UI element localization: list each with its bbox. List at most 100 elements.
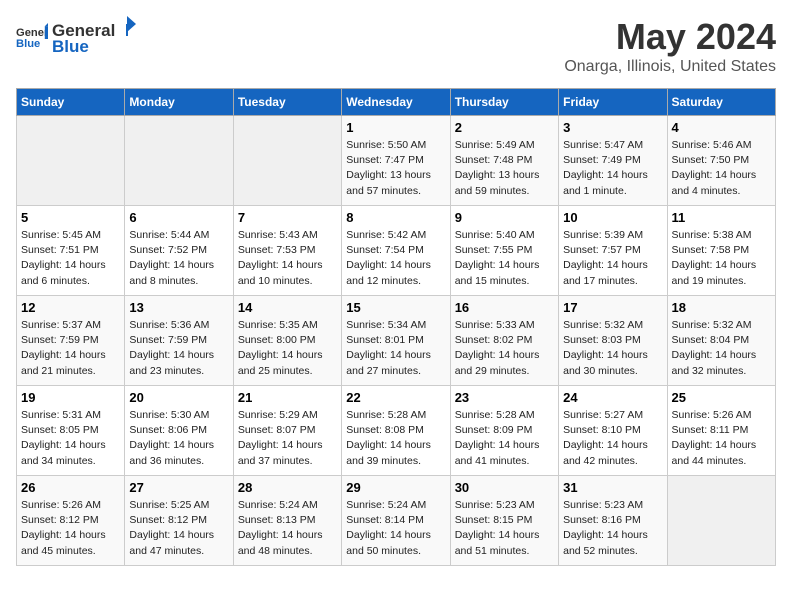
svg-text:Blue: Blue [16,38,40,50]
day-cell: 15Sunrise: 5:34 AMSunset: 8:01 PMDayligh… [342,296,450,386]
week-row-2: 5 Sunrise: 5:45 AMSunset: 7:51 PMDaylight… [17,206,776,296]
calendar-table: SundayMondayTuesdayWednesdayThursdayFrid… [16,88,776,566]
day-cell: 8 Sunrise: 5:42 AMSunset: 7:54 PMDaylight… [342,206,450,296]
day-number: 20 [129,390,228,405]
cell-info: Sunrise: 5:45 AMSunset: 7:51 PMDaylight:… [21,228,120,289]
day-cell: 29 Sunrise: 5:24 AMSunset: 8:14 PMDayligh… [342,476,450,566]
day-number: 31 [563,480,662,495]
weekday-header-tuesday: Tuesday [233,89,341,116]
cell-info: Sunrise: 5:28 AMSunset: 8:09 PMDaylight:… [455,408,554,469]
week-row-5: 26 Sunrise: 5:26 AMSunset: 8:12 PMDayligh… [17,476,776,566]
day-number: 17 [563,300,662,315]
day-cell: 4 Sunrise: 5:46 AMSunset: 7:50 PMDaylight… [667,116,775,206]
weekday-header-saturday: Saturday [667,89,775,116]
cell-info: Sunrise: 5:28 AMSunset: 8:08 PMDaylight:… [346,408,445,469]
day-number: 10 [563,210,662,225]
day-number: 28 [238,480,337,495]
day-cell: 19Sunrise: 5:31 AMSunset: 8:05 PMDayligh… [17,386,125,476]
day-cell [125,116,233,206]
day-cell: 11 Sunrise: 5:38 AMSunset: 7:58 PMDayligh… [667,206,775,296]
cell-info: Sunrise: 5:32 AMSunset: 8:04 PMDaylight:… [672,318,771,379]
weekday-header-sunday: Sunday [17,89,125,116]
day-cell: 25Sunrise: 5:26 AMSunset: 8:11 PMDayligh… [667,386,775,476]
week-row-3: 12 Sunrise: 5:37 AMSunset: 7:59 PMDayligh… [17,296,776,386]
day-number: 14 [238,300,337,315]
day-number: 26 [21,480,120,495]
day-number: 8 [346,210,445,225]
main-title: May 2024 [564,16,776,58]
day-cell: 24Sunrise: 5:27 AMSunset: 8:10 PMDayligh… [559,386,667,476]
cell-info: Sunrise: 5:37 AMSunset: 7:59 PMDaylight:… [21,318,120,379]
week-row-4: 19Sunrise: 5:31 AMSunset: 8:05 PMDayligh… [17,386,776,476]
svg-text:General: General [16,26,48,38]
day-number: 4 [672,120,771,135]
day-cell: 23 Sunrise: 5:28 AMSunset: 8:09 PMDayligh… [450,386,558,476]
cell-info: Sunrise: 5:25 AMSunset: 8:12 PMDaylight:… [129,498,228,559]
cell-info: Sunrise: 5:43 AMSunset: 7:53 PMDaylight:… [238,228,337,289]
weekday-header-thursday: Thursday [450,89,558,116]
cell-info: Sunrise: 5:40 AMSunset: 7:55 PMDaylight:… [455,228,554,289]
cell-info: Sunrise: 5:46 AMSunset: 7:50 PMDaylight:… [672,138,771,199]
day-number: 18 [672,300,771,315]
weekday-header-wednesday: Wednesday [342,89,450,116]
week-row-1: 1 Sunrise: 5:50 AMSunset: 7:47 PMDaylight… [17,116,776,206]
day-cell: 16 Sunrise: 5:33 AMSunset: 8:02 PMDayligh… [450,296,558,386]
day-cell: 5 Sunrise: 5:45 AMSunset: 7:51 PMDaylight… [17,206,125,296]
day-number: 5 [21,210,120,225]
cell-info: Sunrise: 5:39 AMSunset: 7:57 PMDaylight:… [563,228,662,289]
day-number: 25 [672,390,771,405]
day-cell: 6Sunrise: 5:44 AMSunset: 7:52 PMDaylight… [125,206,233,296]
day-cell: 2Sunrise: 5:49 AMSunset: 7:48 PMDaylight… [450,116,558,206]
day-cell: 31 Sunrise: 5:23 AMSunset: 8:16 PMDayligh… [559,476,667,566]
cell-info: Sunrise: 5:49 AMSunset: 7:48 PMDaylight:… [455,138,554,199]
cell-info: Sunrise: 5:35 AMSunset: 8:00 PMDaylight:… [238,318,337,379]
day-cell [667,476,775,566]
day-cell: 12 Sunrise: 5:37 AMSunset: 7:59 PMDayligh… [17,296,125,386]
cell-info: Sunrise: 5:24 AMSunset: 8:14 PMDaylight:… [346,498,445,559]
day-cell: 13 Sunrise: 5:36 AMSunset: 7:59 PMDayligh… [125,296,233,386]
cell-info: Sunrise: 5:42 AMSunset: 7:54 PMDaylight:… [346,228,445,289]
day-number: 22 [346,390,445,405]
cell-info: Sunrise: 5:23 AMSunset: 8:16 PMDaylight:… [563,498,662,559]
day-cell: 26 Sunrise: 5:26 AMSunset: 8:12 PMDayligh… [17,476,125,566]
day-number: 12 [21,300,120,315]
title-block: May 2024 Onarga, Illinois, United States [564,16,776,76]
day-number: 21 [238,390,337,405]
logo-icon: General Blue [16,23,48,51]
day-number: 16 [455,300,554,315]
day-cell: 30Sunrise: 5:23 AMSunset: 8:15 PMDayligh… [450,476,558,566]
day-cell: 10 Sunrise: 5:39 AMSunset: 7:57 PMDayligh… [559,206,667,296]
day-cell: 18 Sunrise: 5:32 AMSunset: 8:04 PMDayligh… [667,296,775,386]
cell-info: Sunrise: 5:33 AMSunset: 8:02 PMDaylight:… [455,318,554,379]
page-header: General Blue General Blue May 2024 Onarg… [16,16,776,76]
day-cell: 27Sunrise: 5:25 AMSunset: 8:12 PMDayligh… [125,476,233,566]
subtitle: Onarga, Illinois, United States [564,58,776,76]
day-number: 19 [21,390,120,405]
day-cell: 20Sunrise: 5:30 AMSunset: 8:06 PMDayligh… [125,386,233,476]
weekday-header-monday: Monday [125,89,233,116]
cell-info: Sunrise: 5:36 AMSunset: 7:59 PMDaylight:… [129,318,228,379]
day-cell: 9Sunrise: 5:40 AMSunset: 7:55 PMDaylight… [450,206,558,296]
day-number: 23 [455,390,554,405]
cell-info: Sunrise: 5:44 AMSunset: 7:52 PMDaylight:… [129,228,228,289]
logo-flag-icon [118,16,136,36]
day-number: 30 [455,480,554,495]
cell-info: Sunrise: 5:50 AMSunset: 7:47 PMDaylight:… [346,138,445,199]
day-cell [233,116,341,206]
day-cell: 28Sunrise: 5:24 AMSunset: 8:13 PMDayligh… [233,476,341,566]
day-cell: 1 Sunrise: 5:50 AMSunset: 7:47 PMDaylight… [342,116,450,206]
day-cell: 17 Sunrise: 5:32 AMSunset: 8:03 PMDayligh… [559,296,667,386]
cell-info: Sunrise: 5:26 AMSunset: 8:12 PMDaylight:… [21,498,120,559]
day-number: 24 [563,390,662,405]
cell-info: Sunrise: 5:38 AMSunset: 7:58 PMDaylight:… [672,228,771,289]
day-number: 13 [129,300,228,315]
day-cell [17,116,125,206]
day-number: 3 [563,120,662,135]
day-number: 29 [346,480,445,495]
weekday-header-row: SundayMondayTuesdayWednesdayThursdayFrid… [17,89,776,116]
day-cell: 3Sunrise: 5:47 AMSunset: 7:49 PMDaylight… [559,116,667,206]
cell-info: Sunrise: 5:34 AMSunset: 8:01 PMDaylight:… [346,318,445,379]
day-number: 1 [346,120,445,135]
cell-info: Sunrise: 5:32 AMSunset: 8:03 PMDaylight:… [563,318,662,379]
day-number: 11 [672,210,771,225]
